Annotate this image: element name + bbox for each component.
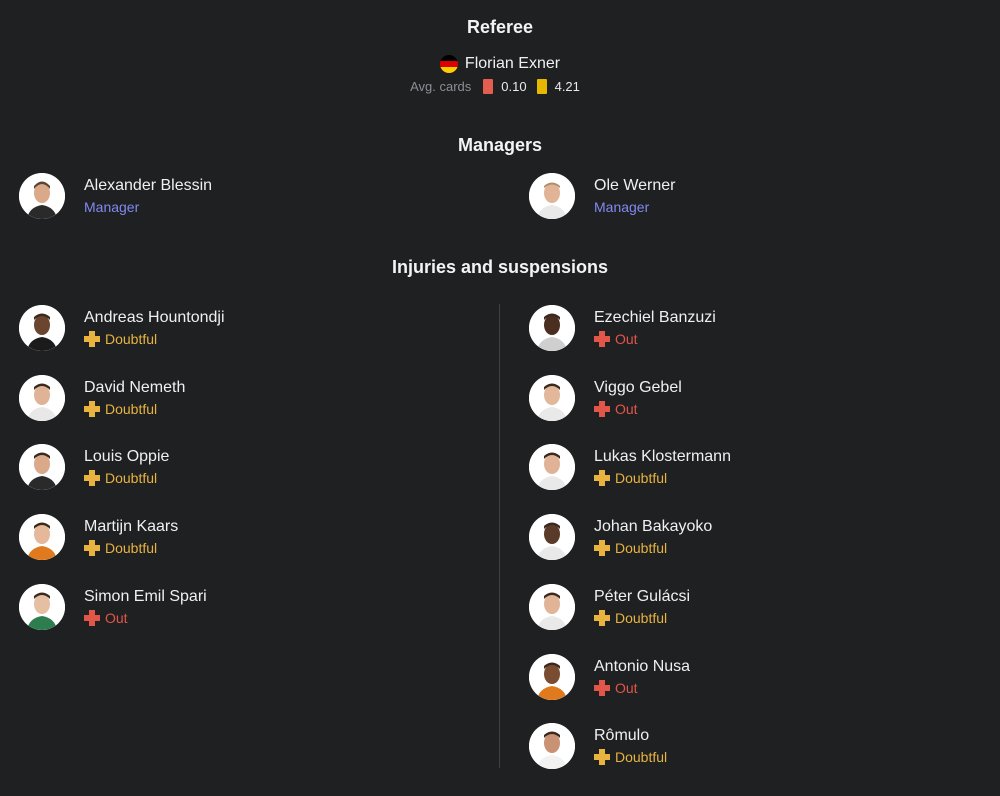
player-avatar xyxy=(19,444,65,491)
player-status: Doubtful xyxy=(594,468,731,488)
player-status: Doubtful xyxy=(84,399,185,419)
referee-avg-cards: Avg. cards 0.10 4.21 xyxy=(0,79,1000,94)
manager-away[interactable]: Ole Werner Manager xyxy=(529,173,676,219)
player-avatar xyxy=(19,374,65,421)
player-name: Antonio Nusa xyxy=(594,657,691,675)
doubtful-cross-icon xyxy=(594,609,610,626)
red-card-avg: 0.10 xyxy=(501,79,527,94)
player-name: David Nemeth xyxy=(84,378,186,396)
doubtful-cross-icon xyxy=(594,470,610,487)
player-status: Out xyxy=(594,678,690,698)
manager-home[interactable]: Alexander Blessin Manager xyxy=(19,173,212,219)
player-status: Doubtful xyxy=(594,608,690,628)
manager-avatar xyxy=(529,173,575,219)
out-cross-icon xyxy=(594,400,610,417)
player-name: Péter Gulácsi xyxy=(594,587,691,605)
doubtful-cross-icon xyxy=(84,540,100,557)
doubtful-cross-icon xyxy=(84,470,100,487)
injury-list-item[interactable]: Antonio Nusa Out xyxy=(529,653,691,700)
injury-list-item[interactable]: Péter Gulácsi Doubtful xyxy=(529,583,691,630)
doubtful-cross-icon xyxy=(594,749,610,766)
injury-list-item[interactable]: Rômulo Doubtful xyxy=(529,723,667,770)
player-avatar xyxy=(529,305,575,351)
out-cross-icon xyxy=(594,679,610,696)
player-avatar xyxy=(529,374,575,421)
player-avatar xyxy=(529,653,575,700)
player-status: Doubtful xyxy=(594,747,667,767)
status-label: Doubtful xyxy=(615,540,668,557)
player-name: Simon Emil Spari xyxy=(84,587,207,605)
red-card-icon xyxy=(483,79,494,94)
manager-role: Manager xyxy=(594,199,650,215)
status-label: Out xyxy=(615,679,638,696)
status-label: Out xyxy=(615,400,638,417)
status-label: Doubtful xyxy=(105,400,158,417)
status-label: Doubtful xyxy=(105,470,158,487)
injury-list-item[interactable]: Louis Oppie Doubtful xyxy=(19,444,170,491)
player-avatar xyxy=(19,514,65,561)
player-name: Viggo Gebel xyxy=(594,378,682,396)
referee-row: Florian Exner xyxy=(0,55,1000,73)
status-label: Doubtful xyxy=(615,749,668,766)
manager-avatar xyxy=(19,173,65,219)
player-name: Andreas Hountondji xyxy=(84,309,225,326)
player-name: Martijn Kaars xyxy=(84,518,179,536)
player-avatar xyxy=(19,305,65,351)
doubtful-cross-icon xyxy=(84,331,100,347)
player-status: Out xyxy=(594,399,682,419)
injury-list-item[interactable]: Lukas Klostermann Doubtful xyxy=(529,444,731,491)
injury-list-item[interactable]: Martijn Kaars Doubtful xyxy=(19,514,179,561)
status-label: Doubtful xyxy=(105,331,158,347)
player-avatar xyxy=(529,514,575,561)
avg-cards-label: Avg. cards xyxy=(410,79,472,94)
injury-list-item[interactable]: David Nemeth Doubtful xyxy=(19,374,186,421)
status-label: Doubtful xyxy=(615,470,668,487)
player-name: Lukas Klostermann xyxy=(594,448,731,466)
manager-name: Ole Werner xyxy=(594,177,676,194)
yellow-card-avg: 4.21 xyxy=(554,79,580,94)
player-name: Louis Oppie xyxy=(84,448,170,466)
manager-role: Manager xyxy=(84,199,140,215)
column-divider xyxy=(499,304,500,768)
injury-list-item[interactable]: Viggo Gebel Out xyxy=(529,374,682,421)
manager-name: Alexander Blessin xyxy=(84,177,213,194)
injuries-section-title: Injuries and suspensions xyxy=(391,257,609,277)
status-label: Doubtful xyxy=(615,609,668,626)
player-avatar xyxy=(529,723,575,770)
injury-list-item[interactable]: Simon Emil Spari Out xyxy=(19,583,207,630)
status-label: Out xyxy=(105,609,128,626)
status-label: Out xyxy=(615,331,638,347)
player-name: Johan Bakayoko xyxy=(594,518,713,536)
player-status: Doubtful xyxy=(84,468,169,488)
injury-list-item[interactable]: Johan Bakayoko Doubtful xyxy=(529,514,713,561)
player-avatar xyxy=(529,444,575,491)
doubtful-cross-icon xyxy=(594,540,610,557)
injury-list-item[interactable]: Ezechiel Banzuzi Out xyxy=(529,305,716,351)
player-status: Doubtful xyxy=(84,538,178,558)
player-status: Out xyxy=(594,329,716,349)
player-avatar xyxy=(529,583,575,630)
referee-name[interactable]: Florian Exner xyxy=(465,55,560,73)
injury-list-item[interactable]: Andreas Hountondji Doubtful xyxy=(19,305,225,351)
germany-flag-icon xyxy=(439,55,458,73)
player-status: Doubtful xyxy=(594,538,712,558)
out-cross-icon xyxy=(84,609,100,626)
yellow-card-icon xyxy=(536,79,547,94)
doubtful-cross-icon xyxy=(84,400,100,417)
status-label: Doubtful xyxy=(105,540,158,557)
managers-section-title: Managers xyxy=(457,135,543,155)
referee-section-title: Referee xyxy=(466,17,534,37)
player-name: Ezechiel Banzuzi xyxy=(594,309,716,326)
player-avatar xyxy=(19,583,65,630)
player-status: Out xyxy=(84,608,207,628)
player-status: Doubtful xyxy=(84,329,225,349)
player-name: Rômulo xyxy=(594,727,650,745)
out-cross-icon xyxy=(594,331,610,347)
